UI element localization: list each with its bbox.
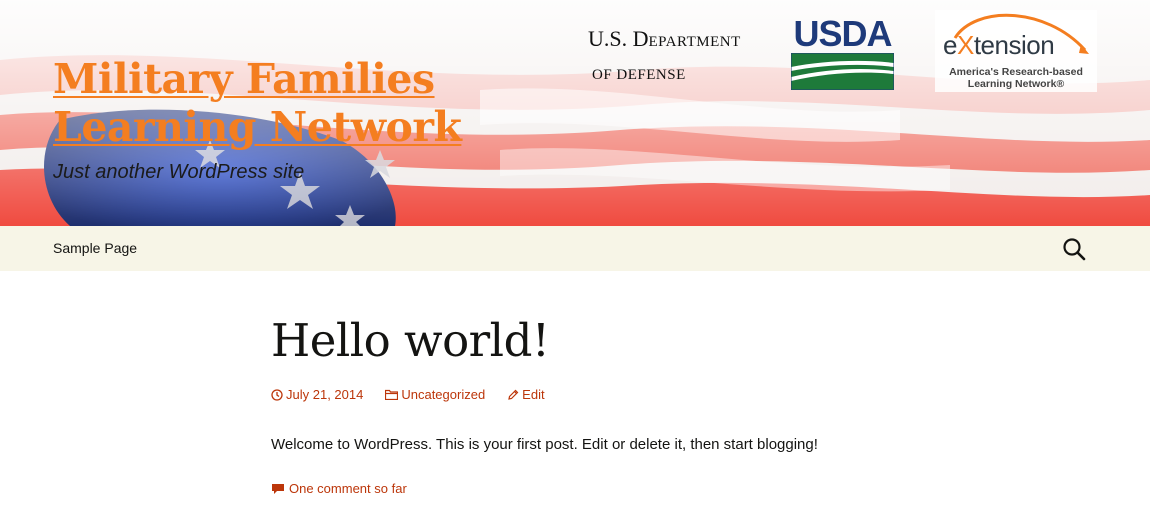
post-category: Uncategorized	[401, 387, 486, 402]
extension-logo: eXtension America's Research-based Learn…	[935, 10, 1097, 92]
dod-line1: U.S. DEPARTMENT	[588, 26, 741, 51]
post-content: Welcome to WordPress. This is your first…	[271, 436, 818, 453]
site-description: Just another WordPress site	[53, 161, 305, 183]
clock-icon	[271, 388, 283, 401]
post-title[interactable]: Hello world!	[271, 313, 891, 369]
usda-field-icon	[791, 53, 894, 90]
extension-wordmark: eXtension	[943, 30, 1055, 60]
dod-line2: OF DEFENSE	[592, 67, 686, 83]
post-comments-link[interactable]: One comment so far	[271, 481, 407, 496]
search-button[interactable]	[1062, 237, 1086, 261]
post-edit-link[interactable]: Edit	[507, 387, 545, 402]
pencil-icon	[508, 389, 519, 400]
site-title-line2: Learning Network	[53, 103, 462, 151]
usda-logo: USDA	[791, 13, 894, 90]
post-edit: Edit	[522, 387, 545, 402]
comment-icon	[272, 483, 284, 494]
search-icon[interactable]	[1062, 237, 1086, 261]
post-category-link[interactable]: Uncategorized	[385, 387, 485, 402]
folder-icon	[385, 389, 399, 400]
nav-item-sample-page[interactable]: Sample Page	[53, 240, 137, 256]
post-date: July 21, 2014	[286, 387, 364, 402]
post-date-link[interactable]: July 21, 2014	[271, 387, 363, 402]
extension-tagline: America's Research-based Learning Networ…	[949, 66, 1083, 90]
main-navigation: Sample Page	[0, 226, 1150, 271]
main-content: Hello world! July 21, 2014 Uncategorized	[0, 271, 1150, 527]
usda-logo-text: USDA	[793, 13, 892, 54]
post-meta: July 21, 2014 Uncategorized Edit	[271, 387, 891, 402]
post-comments-count: One comment so far	[289, 481, 407, 496]
site-header: Military Families Learning Network Just …	[0, 0, 1150, 226]
post-article: Hello world! July 21, 2014 Uncategorized	[271, 313, 891, 499]
site-branding: Military Families Learning Network Just …	[53, 55, 533, 184]
site-title-link[interactable]: Military Families Learning Network	[53, 55, 533, 151]
dod-logo: U.S. DEPARTMENT OF DEFENSE	[588, 24, 741, 90]
site-title-line1: Military Families	[53, 55, 435, 103]
